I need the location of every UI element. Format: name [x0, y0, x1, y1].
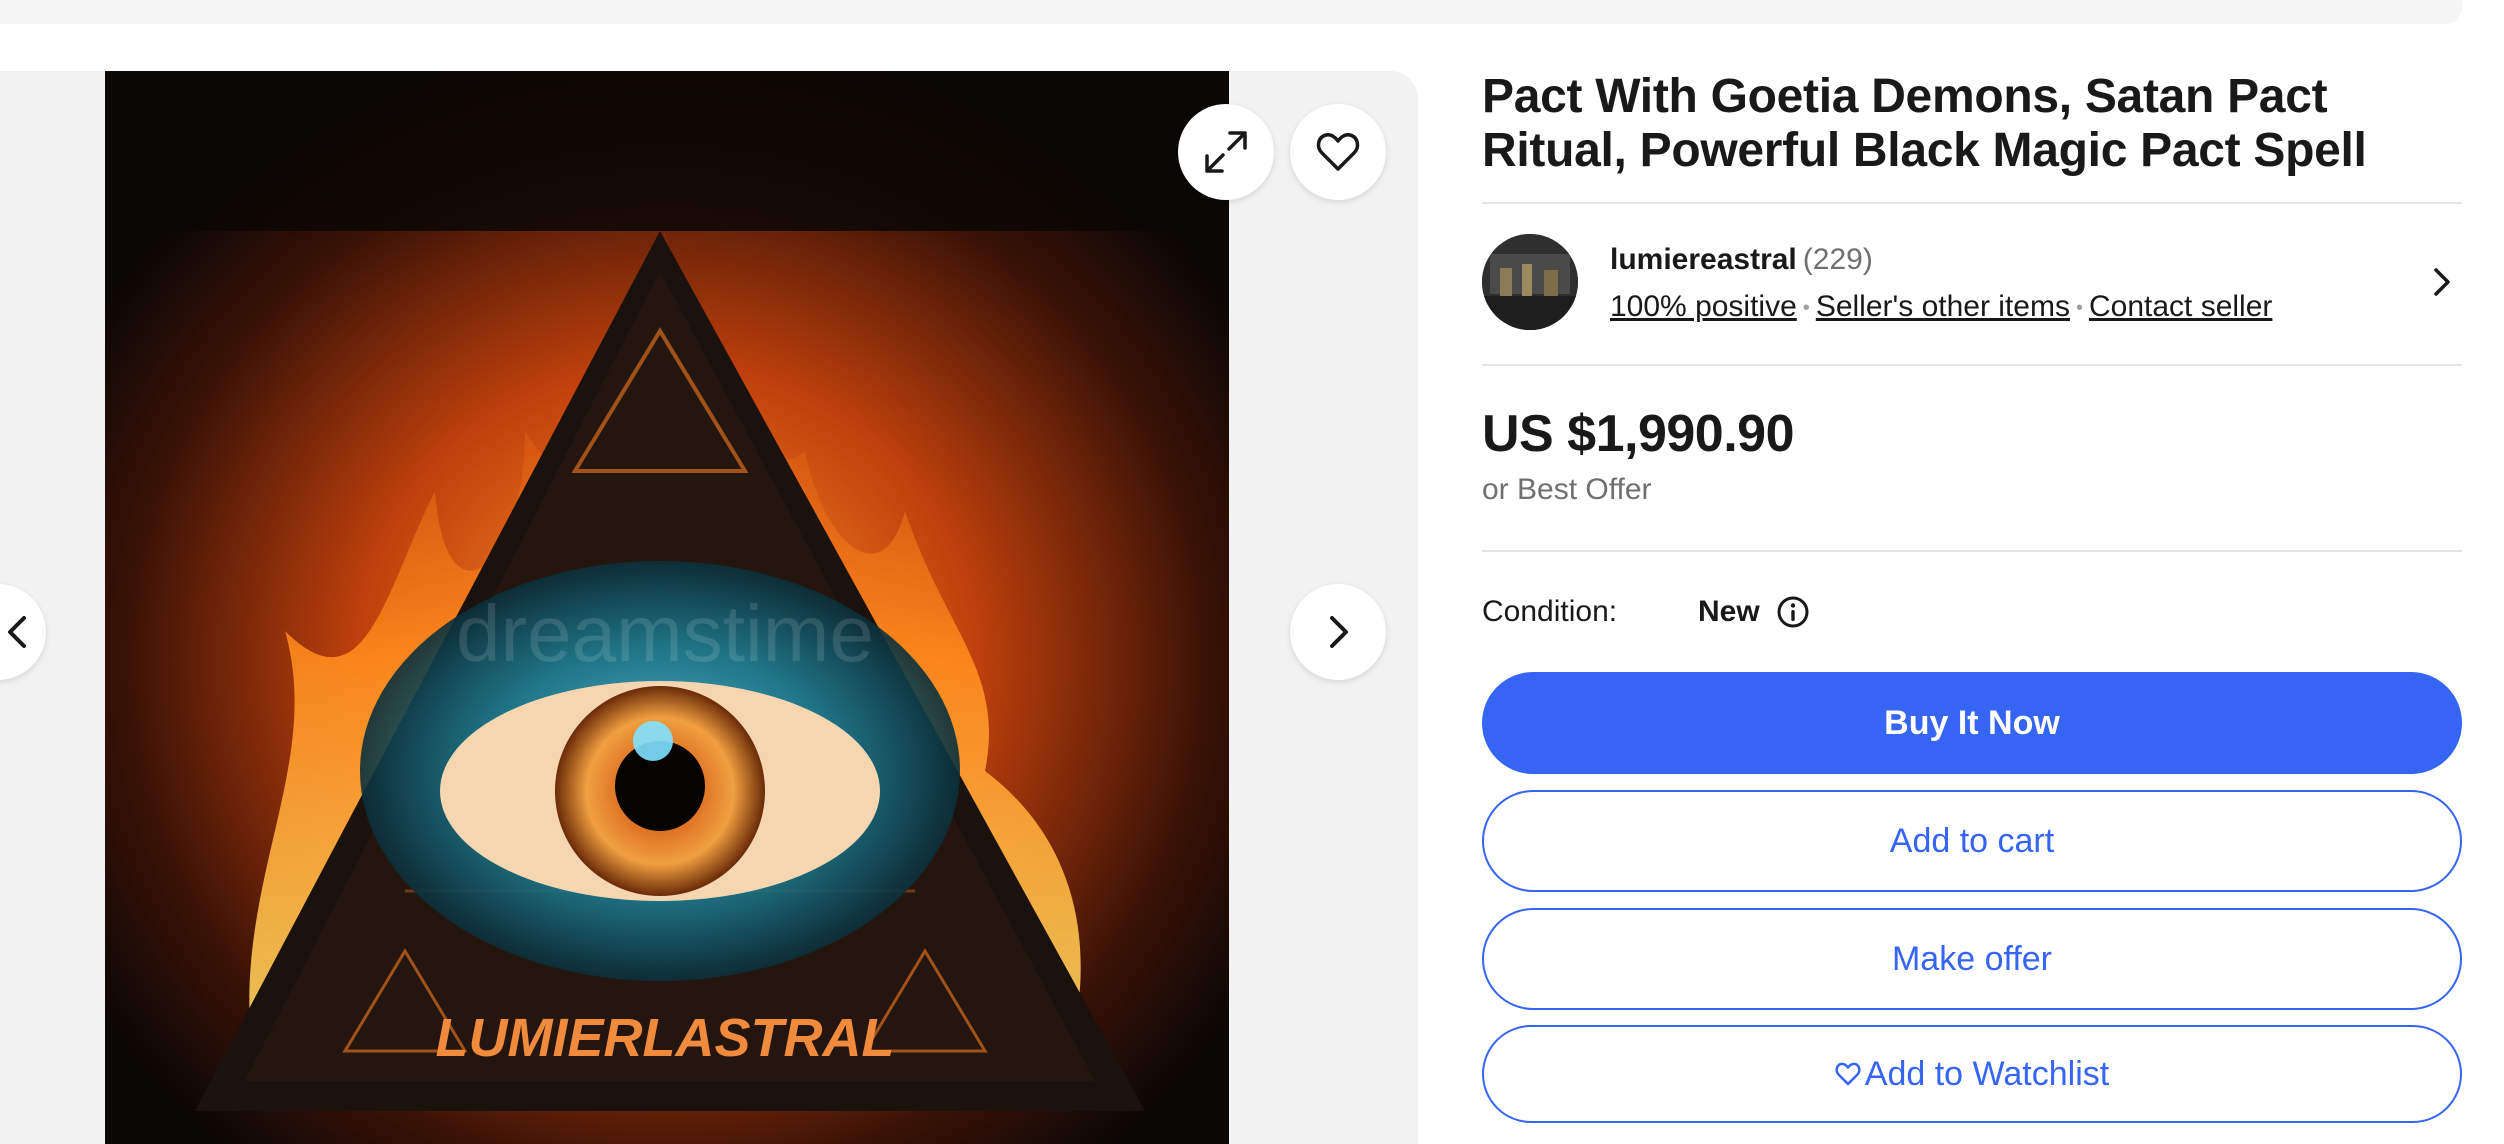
- add-to-cart-label: Add to cart: [1889, 822, 2055, 860]
- buy-it-now-label: Buy It Now: [1884, 704, 2060, 742]
- add-to-watchlist-label: Add to Watchlist: [1864, 1055, 2110, 1093]
- separator-dot: •: [2075, 297, 2083, 320]
- divider: [1482, 364, 2462, 366]
- avatar-image: [1482, 234, 1578, 330]
- expand-image-button[interactable]: [1178, 104, 1274, 200]
- seller-links: 100% positive • Seller's other items • Conta…: [1610, 289, 2272, 326]
- separator-dot: •: [1802, 297, 1810, 320]
- seller-avatar[interactable]: [1482, 234, 1578, 330]
- condition-value: New: [1698, 595, 1760, 628]
- add-to-cart-button[interactable]: Add to cart: [1482, 790, 2462, 892]
- make-offer-label: Make offer: [1891, 940, 2052, 978]
- best-offer-text: or Best Offer: [1482, 473, 1652, 506]
- product-image-art: LUMIERLASTRAL dreamstime: [105, 71, 1229, 1144]
- previous-image-button[interactable]: [0, 584, 46, 680]
- heart-icon: [1835, 1062, 1861, 1086]
- image-caption: LUMIERLASTRAL: [436, 1008, 895, 1068]
- favorite-button[interactable]: [1290, 104, 1386, 200]
- divider: [1482, 550, 2462, 552]
- seller-name-line: lumiereastral (229): [1610, 242, 1873, 278]
- chevron-left-icon: [8, 616, 26, 648]
- chevron-right-icon[interactable]: [2422, 262, 2462, 302]
- product-image[interactable]: LUMIERLASTRAL dreamstime: [105, 71, 1229, 1144]
- next-image-button[interactable]: [1290, 584, 1386, 680]
- seller-feedback-count: (229): [1802, 243, 1873, 276]
- chevron-right-icon: [1330, 616, 1348, 648]
- add-to-watchlist-button[interactable]: Add to Watchlist: [1482, 1025, 2462, 1123]
- positive-feedback-link[interactable]: 100% positive: [1610, 290, 1797, 323]
- seller-other-items-link[interactable]: Seller's other items: [1816, 290, 2070, 323]
- info-icon[interactable]: [1776, 595, 1810, 629]
- seller-card[interactable]: lumiereastral (229) 100% positive • Seller'…: [1482, 234, 2462, 334]
- seller-name[interactable]: lumiereastral: [1610, 243, 1797, 276]
- buy-it-now-button[interactable]: Buy It Now: [1482, 672, 2462, 774]
- expand-icon: [1205, 131, 1247, 173]
- heart-icon: [1316, 133, 1360, 171]
- top-bar: [0, 0, 2462, 24]
- listing-title: Pact With Goetia Demons, Satan Pact Ritu…: [1482, 70, 2367, 177]
- image-watermark: dreamstime: [456, 589, 874, 678]
- make-offer-button[interactable]: Make offer: [1482, 908, 2462, 1010]
- condition-label: Condition:: [1482, 595, 1618, 628]
- image-gallery: LUMIERLASTRAL dreamstime: [0, 71, 1418, 1144]
- contact-seller-link[interactable]: Contact seller: [2089, 290, 2272, 323]
- price: US $1,990.90: [1482, 405, 1795, 463]
- divider: [1482, 202, 2462, 204]
